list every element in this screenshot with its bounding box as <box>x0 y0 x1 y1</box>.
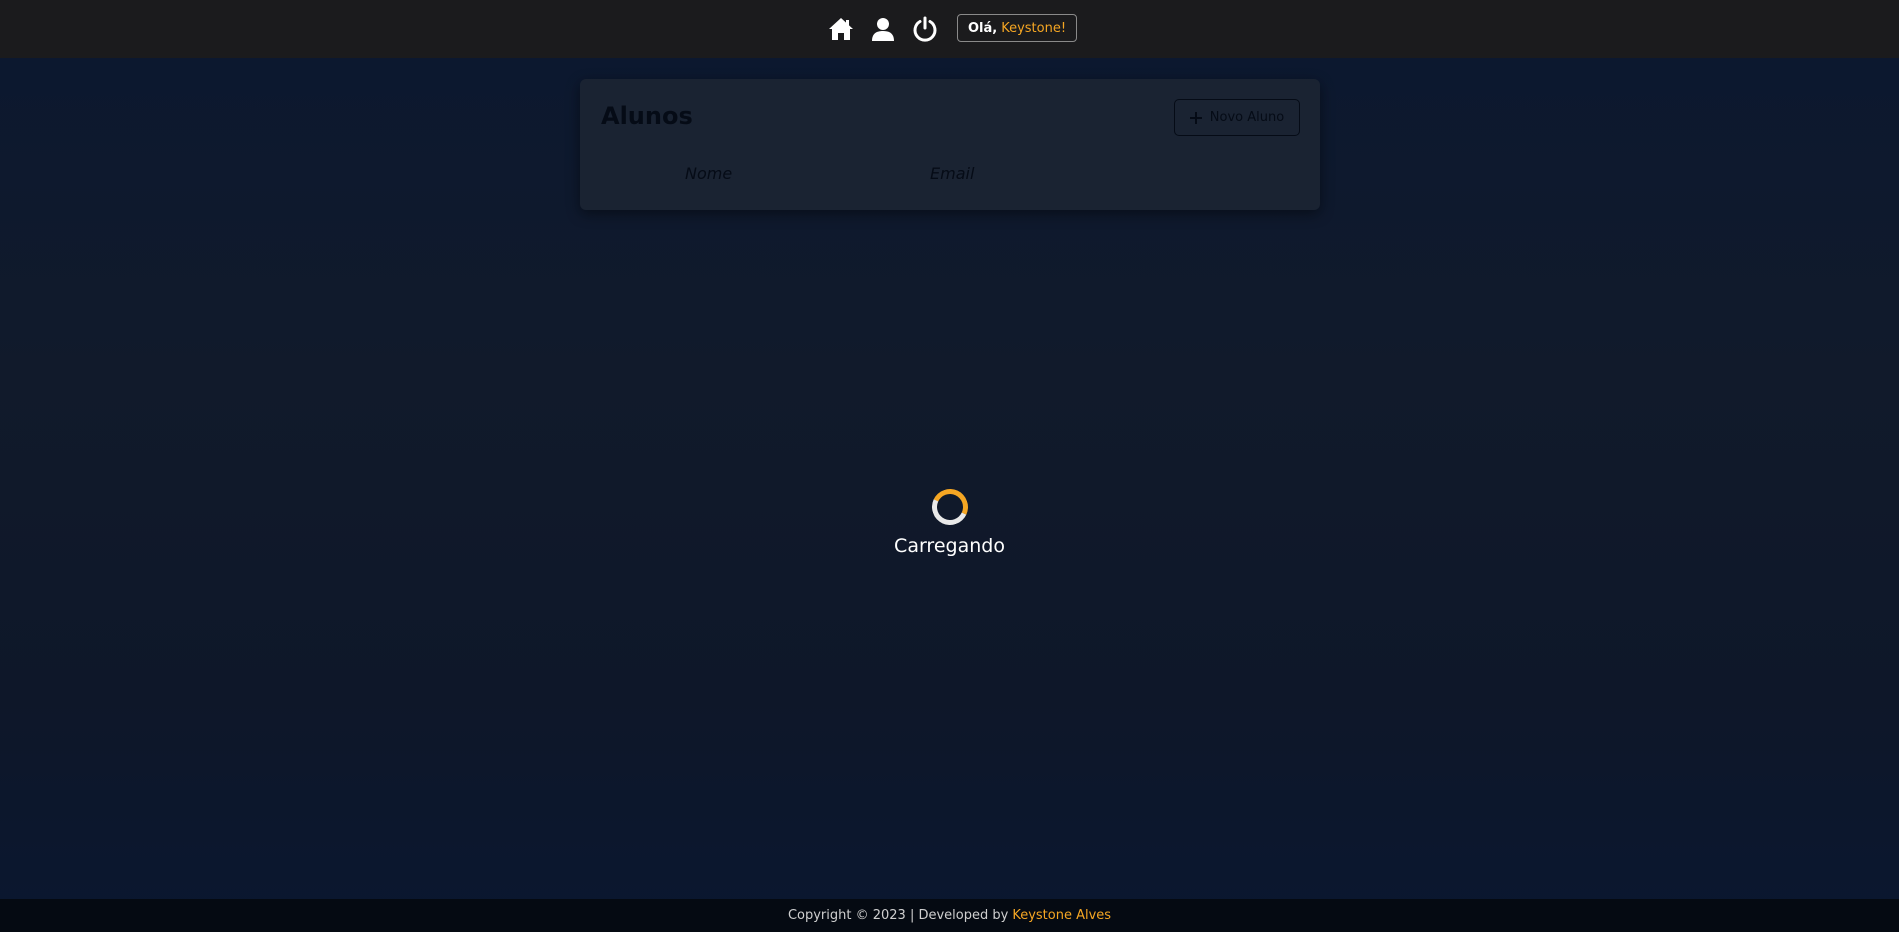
copyright-text: Copyright © 2023 | Developed by <box>787 908 1009 923</box>
greeting-name: Keystone! <box>1001 20 1067 36</box>
new-student-button[interactable]: Novo Aluno <box>1174 99 1300 136</box>
loading-text: Carregando <box>894 535 1005 557</box>
spinner-icon <box>926 483 973 531</box>
students-card: Alunos Novo Aluno Nome Email <box>580 79 1320 210</box>
column-header-nome: Nome <box>685 164 733 183</box>
footer: Copyright © 2023 | Developed by Keystone… <box>0 899 1899 932</box>
top-navbar: Olá, Keystone! <box>0 0 1899 58</box>
home-icon[interactable] <box>826 14 856 44</box>
user-icon[interactable] <box>868 14 898 44</box>
plus-icon <box>1189 111 1202 124</box>
power-icon[interactable] <box>910 14 940 44</box>
loading-indicator: Carregando <box>0 483 1899 557</box>
author-link[interactable]: Keystone Alves <box>1012 908 1111 923</box>
greeting-prefix: Olá, <box>968 20 998 36</box>
user-greeting: Olá, Keystone! <box>957 14 1078 42</box>
nav-icons <box>826 14 952 44</box>
column-header-email: Email <box>930 164 975 183</box>
new-student-button-label: Novo Aluno <box>1209 110 1285 125</box>
page-title: Alunos <box>601 102 693 130</box>
